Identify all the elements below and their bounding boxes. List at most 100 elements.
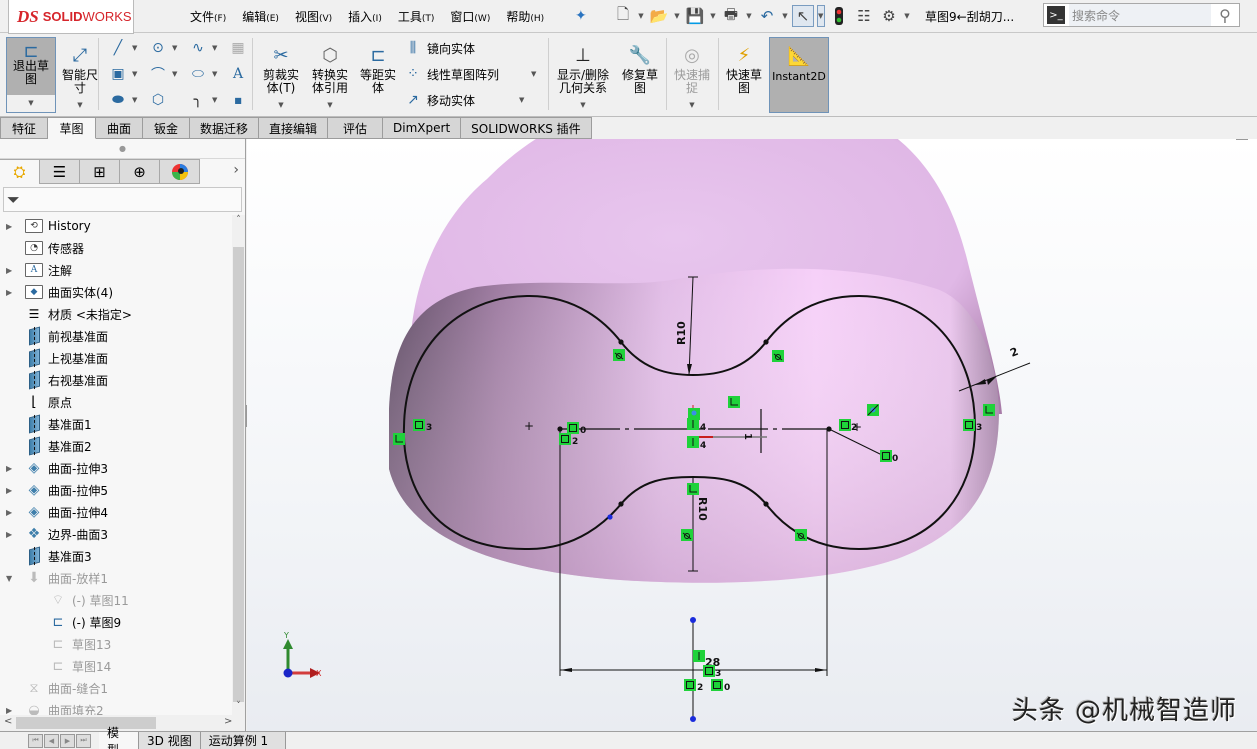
previous-tab-icon[interactable]: ◀ (44, 733, 59, 748)
tree-item[interactable]: ▶ ◈ 曲面-拉伸5 (0, 479, 232, 501)
sketch-point-selected[interactable] (690, 617, 696, 623)
tab-surfaces[interactable]: 曲面 (96, 117, 143, 139)
relation-tangent-icon[interactable] (728, 396, 740, 408)
task-pane-toggle-icon[interactable]: ◂ (1236, 139, 1248, 140)
arc-tool[interactable]: ⌒ ▼ (148, 65, 177, 83)
relation-equal-icon[interactable] (613, 349, 625, 361)
sketch-point[interactable] (763, 339, 769, 345)
open-icon[interactable]: 📂 (648, 5, 670, 27)
tree-item[interactable]: ⊏ 草图13 (0, 633, 232, 655)
tab-solidworks-addins[interactable]: SOLIDWORKS 插件 (461, 117, 592, 139)
print-icon[interactable]: 🖶 (720, 5, 742, 27)
tree-item[interactable]: ◔ 传感器 (0, 237, 232, 259)
dimension-vertical[interactable]: 1 (742, 433, 753, 440)
scroll-down-icon[interactable]: ˅ (232, 701, 245, 715)
tab-dimxpert[interactable]: DimXpert (383, 117, 462, 139)
linear-pattern-button[interactable]: ⁘ 线性草图阵列 ▼ (403, 65, 536, 83)
feature-manager-icon[interactable]: ⛭ (0, 159, 40, 184)
fillet-tool[interactable]: ╮ ▼ (188, 91, 218, 109)
relation-equal-icon[interactable] (795, 529, 807, 541)
rectangle-tool[interactable]: ▣ ▼ (108, 65, 137, 83)
menu-window[interactable]: 窗口(W) (442, 8, 498, 25)
sketch-point[interactable] (763, 501, 769, 507)
scroll-left-icon[interactable]: < (4, 716, 12, 727)
tree-item[interactable]: ▼ ⬇ 曲面-放样1 (0, 567, 232, 589)
options-dropdown[interactable]: ▼ (903, 12, 911, 20)
relation-merge-icon[interactable] (567, 422, 579, 434)
relation-merge-icon[interactable] (703, 665, 715, 677)
trim-entities-button[interactable]: ✂ 剪裁实体(T) ▼ (256, 37, 306, 113)
save-dropdown[interactable]: ▼ (709, 12, 717, 20)
tree-item[interactable]: ⊏ 草图14 (0, 655, 232, 677)
text-tool[interactable]: A (228, 65, 248, 83)
search-commands[interactable]: >_ 搜索命令 ⚲ (1043, 3, 1240, 27)
sketch-point-selected[interactable] (607, 514, 613, 520)
tree-item[interactable]: 右视基准面 (0, 369, 232, 391)
menu-tools[interactable]: 工具(T) (390, 8, 443, 25)
tab-sketch[interactable]: 草图 (48, 117, 96, 139)
display-manager-icon[interactable] (160, 159, 200, 184)
tab-sheet-metal[interactable]: 钣金 (143, 117, 190, 139)
relation-merge-icon[interactable] (839, 419, 851, 431)
expand-arrow-icon[interactable]: ▶ (6, 530, 16, 539)
relation-tangent-icon[interactable] (983, 404, 995, 416)
chevron-right-icon[interactable]: › (233, 162, 239, 178)
relation-coincident-icon[interactable] (867, 404, 879, 416)
new-document-icon[interactable]: 🗋 (612, 5, 634, 27)
relation-tangent-icon[interactable] (687, 483, 699, 495)
expand-arrow-icon[interactable]: ▶ (6, 266, 16, 275)
relation-merge-icon[interactable] (963, 419, 975, 431)
relations-dropdown[interactable]: ▼ (580, 99, 585, 112)
tree-item[interactable]: 上视基准面 (0, 347, 232, 369)
dimension-top-radius[interactable]: R10 (675, 321, 688, 345)
tree-item[interactable]: ☰ 材质 <未指定> (0, 303, 232, 325)
sketch-point[interactable] (618, 501, 624, 507)
spline-tool[interactable]: ∿ ▼ (188, 39, 217, 57)
dimxpert-manager-icon[interactable]: ⊕ (120, 159, 160, 184)
property-manager-icon[interactable]: ☰ (40, 159, 80, 184)
select-pointer-icon[interactable]: ↖ (792, 5, 814, 27)
tab-3d-views[interactable]: 3D 视图 (139, 732, 201, 749)
move-entities-button[interactable]: ↗ 移动实体 ▼ (403, 91, 524, 109)
tree-filter[interactable]: ⏷ (3, 187, 242, 212)
tree-item[interactable]: ▶ ❖ 边界-曲面3 (0, 523, 232, 545)
convert-entities-button[interactable]: ⬡ 转换实体引用 ▼ (306, 37, 354, 113)
scroll-thumb[interactable] (233, 247, 244, 702)
tree-item[interactable]: ▶ ◈ 曲面-拉伸3 (0, 457, 232, 479)
tree-item[interactable]: ⌔ (-) 草图11 (0, 589, 232, 611)
expand-arrow-icon[interactable]: ▶ (6, 486, 16, 495)
line-tool[interactable]: ╱ ▼ (108, 39, 138, 57)
circle-tool[interactable]: ⊙ ▼ (148, 39, 177, 57)
expand-arrow-icon[interactable]: ▶ (6, 706, 16, 715)
tree-item[interactable]: ▶ ◒ 曲面填充2 (0, 699, 232, 716)
tree-item[interactable]: ⊏ (-) 草图9 (0, 611, 232, 633)
sketch-point[interactable] (618, 339, 624, 345)
search-input[interactable]: 搜索命令 (1069, 4, 1211, 26)
menu-insert[interactable]: 插入(I) (340, 8, 390, 25)
tab-features[interactable]: 特征 (0, 117, 48, 139)
tree-item[interactable]: 基准面2 (0, 435, 232, 457)
tree-vertical-scrollbar[interactable]: ˄ ˅ (232, 215, 245, 715)
tree-item[interactable]: 基准面1 (0, 413, 232, 435)
menu-help[interactable]: 帮助(H) (498, 8, 552, 25)
tree-item[interactable]: ▶ ⟲ History (0, 215, 232, 237)
collapse-arrow-icon[interactable]: ▼ (6, 574, 16, 583)
relation-merge-icon[interactable] (880, 450, 892, 462)
scroll-right-icon[interactable]: > (224, 716, 232, 727)
dimension-bottom-radius[interactable]: R10 (696, 497, 709, 521)
slot-tool[interactable]: ⬬ ▼ (108, 91, 137, 109)
hscroll-thumb[interactable] (16, 717, 156, 729)
expand-arrow-icon[interactable]: ▶ (6, 508, 16, 517)
relation-equal-icon[interactable] (772, 350, 784, 362)
tree-item[interactable]: 前视基准面 (0, 325, 232, 347)
tree-item[interactable]: ▶ A 注解 (0, 259, 232, 281)
relation-tangent-icon[interactable] (393, 433, 405, 445)
rapid-sketch-button[interactable]: ⚡ 快速草图 (720, 37, 768, 113)
graphics-area[interactable]: 28 R10 R10 2 1 + + 3 0 2 4 4 2 0 3 3 2 0… (247, 139, 1257, 731)
offset-entities-button[interactable]: ⊏ 等距实体 (355, 37, 401, 113)
next-tab-icon[interactable]: ▶ (60, 733, 75, 748)
ellipse-tool[interactable]: ⬭ ▼ (188, 65, 217, 83)
relation-vertical-icon[interactable] (687, 436, 699, 448)
last-tab-icon[interactable]: ⏭ (76, 733, 91, 748)
point-tool[interactable]: ■ (228, 91, 248, 109)
